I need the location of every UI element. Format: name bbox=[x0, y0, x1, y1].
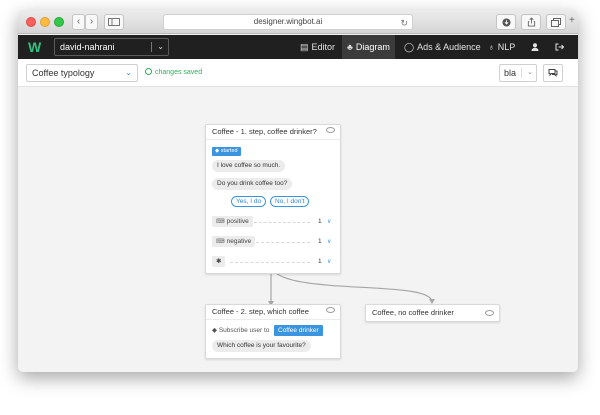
typology-select[interactable]: Coffee typology ⌄ bbox=[26, 64, 138, 82]
saved-icon bbox=[145, 68, 152, 75]
diagram-toolbar: Coffee typology ⌄ changes saved bla ⌄ bbox=[18, 59, 578, 87]
close-window-button[interactable] bbox=[26, 17, 36, 27]
message-bubble: Do you drink coffee too? bbox=[212, 178, 293, 190]
comment-icon[interactable] bbox=[326, 127, 335, 133]
chevron-down-icon[interactable]: ∨ bbox=[327, 257, 331, 267]
chevron-left-icon: ‹ bbox=[76, 16, 81, 27]
intent-count: 1 bbox=[318, 238, 322, 245]
chevron-down-icon: ⌄ bbox=[157, 42, 164, 51]
wingbot-logo[interactable]: W bbox=[28, 39, 44, 55]
maximize-window-button[interactable] bbox=[54, 17, 64, 27]
app-navbar: W david-nahrani ⌄ ▤ Editor ♣ Diagram ◯ Ads … bbox=[18, 35, 578, 59]
subscribe-label: ◆ Subscribe user to bbox=[212, 327, 270, 334]
diagram-icon: ♣ bbox=[347, 42, 353, 52]
save-status: changes saved bbox=[145, 68, 202, 78]
intent-negative[interactable]: ⌨ negative bbox=[212, 236, 256, 247]
url-text: designer.wingbot.ai bbox=[253, 17, 323, 26]
node-step1[interactable]: Coffee - 1. step, coffee drinker? ◆ star… bbox=[205, 124, 341, 274]
language-select[interactable]: bla ⌄ bbox=[499, 64, 537, 82]
nav-editor[interactable]: ▤ Editor bbox=[295, 35, 340, 59]
subscribe-tag: Coffee drinker bbox=[274, 325, 323, 336]
typology-value: Coffee typology bbox=[32, 68, 95, 78]
back-button[interactable]: ‹ bbox=[72, 14, 85, 30]
intent-count: 1 bbox=[318, 218, 322, 225]
node-title: Coffee - 2. step, which coffee bbox=[212, 307, 309, 316]
editor-icon: ▤ bbox=[300, 42, 309, 52]
lightbulb-icon: ♁ bbox=[488, 42, 495, 52]
comment-icon[interactable] bbox=[326, 307, 335, 313]
tag-started: ◆ started bbox=[212, 147, 241, 156]
keyboard-icon: ⌨ bbox=[216, 219, 225, 225]
chat-icon bbox=[548, 69, 558, 77]
tag-icon: ◆ bbox=[212, 327, 219, 334]
browser-window: ‹ › designer.wingbot.ai ↻ + W david-nahr… bbox=[18, 10, 578, 372]
chevron-down-icon: ⌄ bbox=[125, 68, 132, 77]
tabs-icon bbox=[551, 18, 561, 27]
quick-reply-no[interactable]: No, I don't bbox=[270, 196, 310, 207]
nav-ads-audience[interactable]: ◯ Ads & Audience bbox=[399, 35, 486, 59]
reload-icon[interactable]: ↻ bbox=[400, 16, 408, 30]
chat-preview-button[interactable] bbox=[543, 64, 563, 82]
chevron-right-icon: › bbox=[89, 16, 94, 27]
logout-button[interactable] bbox=[550, 35, 569, 59]
downloads-button[interactable] bbox=[496, 14, 516, 30]
comment-icon[interactable] bbox=[485, 310, 494, 316]
tabs-button[interactable] bbox=[546, 14, 566, 30]
node-title: Coffee - 1. step, coffee drinker? bbox=[212, 127, 317, 136]
sidebar-toggle-button[interactable] bbox=[104, 14, 124, 30]
share-button[interactable] bbox=[521, 14, 541, 30]
asterisk-icon: ✱ bbox=[216, 258, 222, 265]
user-icon bbox=[531, 43, 539, 51]
new-tab-button[interactable]: + bbox=[569, 16, 575, 26]
logout-icon bbox=[555, 43, 565, 51]
intent-count: 1 bbox=[318, 258, 322, 265]
intent-fallback[interactable]: ✱ bbox=[212, 256, 226, 267]
node-title: Coffee, no coffee drinker bbox=[372, 308, 454, 317]
address-bar[interactable]: designer.wingbot.ai ↻ bbox=[163, 14, 413, 30]
message-bubble: I love coffee so much. bbox=[212, 160, 286, 172]
chevron-down-icon[interactable]: ∨ bbox=[327, 217, 331, 227]
user-button[interactable] bbox=[526, 35, 544, 59]
browser-titlebar: ‹ › designer.wingbot.ai ↻ + bbox=[18, 10, 578, 34]
project-name: david-nahrani bbox=[60, 42, 115, 52]
language-value: bla bbox=[504, 68, 517, 78]
keyboard-icon: ⌨ bbox=[216, 239, 225, 245]
chat-icon: ◯ bbox=[404, 42, 415, 52]
share-icon bbox=[527, 17, 535, 27]
project-select[interactable]: david-nahrani ⌄ bbox=[54, 38, 169, 56]
diagram-canvas[interactable]: Coffee - 1. step, coffee drinker? ◆ star… bbox=[18, 88, 578, 372]
node-no-coffee-drinker[interactable]: Coffee, no coffee drinker bbox=[365, 304, 500, 322]
message-bubble: Which coffee is your favourite? bbox=[212, 340, 311, 352]
nav-diagram[interactable]: ♣ Diagram bbox=[342, 35, 395, 59]
minimize-window-button[interactable] bbox=[40, 17, 50, 27]
chevron-down-icon[interactable]: ∨ bbox=[327, 237, 331, 247]
sidebar-icon bbox=[108, 18, 120, 26]
nav-nlp[interactable]: ♁ NLP bbox=[483, 35, 520, 59]
quick-reply-yes[interactable]: Yes, I do bbox=[231, 196, 267, 207]
forward-button[interactable]: › bbox=[85, 14, 98, 30]
chevron-down-icon: ⌄ bbox=[527, 69, 533, 76]
node-step2[interactable]: Coffee - 2. step, which coffee ◆ Subscri… bbox=[205, 304, 341, 359]
download-icon bbox=[501, 18, 511, 27]
intent-positive[interactable]: ⌨ positive bbox=[212, 216, 253, 227]
